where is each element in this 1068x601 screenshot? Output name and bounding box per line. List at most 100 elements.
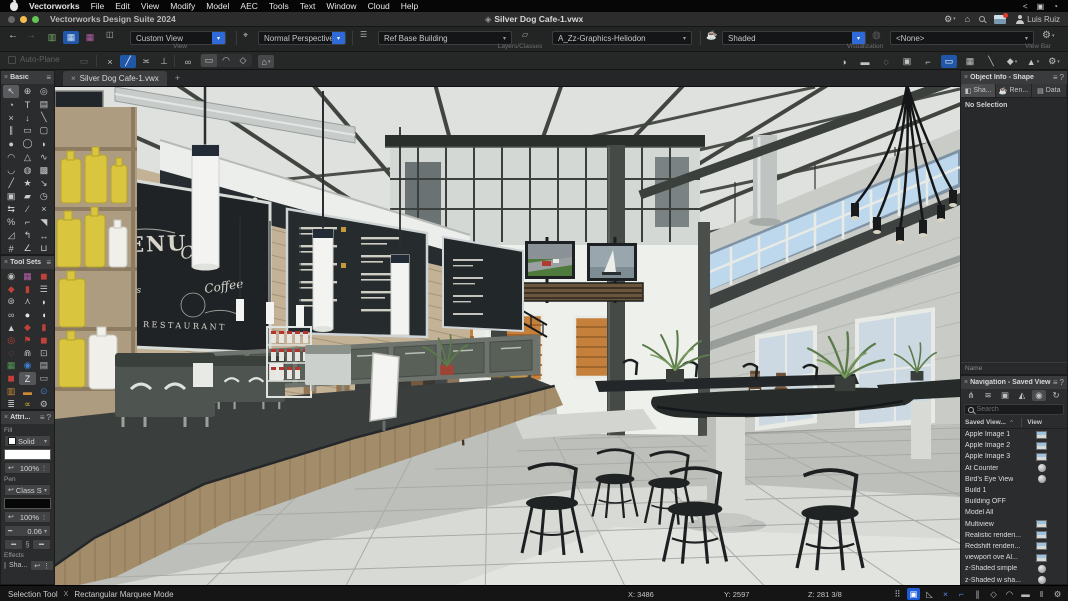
pause-snapping-icon[interactable]: ‖ [1035, 588, 1048, 600]
stairs-icon[interactable]: ☰ [36, 283, 52, 296]
binoculars-icon[interactable]: ∞ [180, 55, 196, 68]
camera-icon[interactable]: ▭ [36, 372, 52, 385]
column-saved-view[interactable]: Saved View... [965, 419, 1006, 426]
menu-item-view[interactable]: View [141, 1, 159, 11]
viewport-3d-scene[interactable]: Fresh MENU Cafe Coffee Salads RESTAURANT… [55, 87, 960, 585]
sheet-view-icon[interactable]: ▦ [82, 31, 98, 44]
line-weight-dropdown[interactable]: ━ 0.06 ▾ [4, 525, 51, 537]
panel-mode-icon[interactable]: ▬ [857, 55, 873, 68]
disable-constraints-icon[interactable]: × [102, 55, 118, 68]
layers-classes-toggle-icon[interactable]: ▱ [522, 31, 528, 39]
box-icon[interactable]: ◼ [36, 334, 52, 347]
workspace-gear-button[interactable]: ⚙▾ [944, 14, 956, 25]
design-layers-icon[interactable]: ⋔ [964, 390, 978, 401]
saved-view-row[interactable]: At Counter [961, 463, 1067, 474]
pen-style-dropdown[interactable]: ↩ Class St... ▾ [4, 484, 51, 496]
multiple-selection-icon[interactable]: ≍ [138, 55, 154, 68]
pilaster-icon[interactable]: ▮ [36, 321, 52, 334]
background-icon[interactable]: ◍ [872, 31, 881, 41]
close-palette-icon[interactable]: × [964, 74, 968, 81]
worksheet-icon[interactable]: ≣ [3, 398, 19, 410]
window-minimize-button[interactable] [20, 16, 27, 23]
constraints-icon[interactable]: ∞ [3, 308, 19, 321]
pen-opacity-control[interactable]: ↩ 100% ⋮ [4, 511, 51, 523]
search-input[interactable] [977, 406, 1060, 413]
tile-windows-icon[interactable]: ▦ [962, 55, 978, 68]
people-icon[interactable]: ⋒ [19, 347, 35, 360]
fit-to-objects-icon[interactable]: ▥ [44, 31, 60, 44]
close-palette-icon[interactable]: × [4, 74, 8, 81]
menu-item-tools[interactable]: Tools [269, 1, 289, 11]
saved-view-row[interactable]: z-Shaded simple [961, 563, 1067, 574]
palette-help-icon[interactable]: ? [1060, 73, 1064, 82]
close-palette-icon[interactable]: × [4, 259, 8, 266]
palette-menu-icon[interactable]: ≡ [40, 413, 45, 422]
transport-icon[interactable]: ⊙ [36, 385, 52, 398]
saved-view-row[interactable]: Multiview [961, 519, 1067, 530]
resize-icon[interactable]: ↔ [36, 229, 52, 242]
smart-edge-icon[interactable]: ▬ [1019, 588, 1032, 600]
interactive-scaling-icon[interactable]: ╱ [120, 55, 136, 68]
saved-view-row[interactable]: Redshift renderi... [961, 541, 1067, 552]
fill-color-swatch[interactable] [4, 449, 51, 460]
menu-item-vectorworks[interactable]: Vectorworks [29, 1, 80, 11]
palette-menu-icon[interactable]: ≡ [46, 258, 51, 267]
split-icon[interactable]: % [3, 216, 19, 229]
extrude-icon[interactable]: ▰ [19, 190, 35, 203]
visibility-icon[interactable]: ◉ [3, 270, 19, 283]
hardscape-icon[interactable]: ▤ [36, 360, 52, 373]
column-icon[interactable]: ▮ [19, 283, 35, 296]
snap-distance-icon[interactable]: ∥ [971, 588, 984, 600]
saved-views-icon[interactable]: ◉ [1032, 390, 1046, 401]
rectangular-marquee-icon[interactable]: ▭ [201, 54, 217, 67]
line-icon[interactable]: ╲ [36, 111, 52, 124]
snap-object-icon[interactable]: ▣ [907, 588, 920, 600]
lasso-marquee-icon[interactable]: ◠ [218, 54, 234, 67]
window-close-button[interactable] [8, 16, 15, 23]
pen-color-swatch[interactable] [4, 498, 51, 509]
sphere-icon[interactable]: ● [19, 308, 35, 321]
close-palette-icon[interactable]: × [4, 414, 8, 421]
menu-item-cloud[interactable]: Cloud [368, 1, 390, 11]
document-tab[interactable]: × Silver Dog Cafe-1.vwx [63, 71, 167, 86]
apple-menu-icon[interactable] [10, 2, 18, 11]
clock-icon[interactable]: ◔ [1053, 2, 1058, 11]
display-icon[interactable]: ▣ [1037, 2, 1045, 11]
dashed-circle-mode-icon[interactable]: ◌ [878, 55, 894, 68]
home-button[interactable]: ⌂ [965, 14, 970, 24]
zoom-icon[interactable]: ◔ [3, 98, 19, 111]
offset-icon[interactable]: ↘ [36, 177, 52, 190]
saved-view-row[interactable]: Apple Image 3 [961, 451, 1067, 462]
menu-item-aec[interactable]: AEC [240, 1, 257, 11]
snap-angle-icon[interactable]: ◺ [923, 588, 936, 600]
fill-style-dropdown[interactable]: Solid ▾ [4, 435, 51, 447]
detailing-icon[interactable]: ⊛ [3, 296, 19, 309]
filled-circle-icon[interactable]: ◍ [19, 164, 35, 177]
line-end-marker-button[interactable]: ━ [32, 539, 51, 550]
close-palette-icon[interactable]: × [964, 379, 968, 386]
column-view[interactable]: View [1027, 419, 1042, 426]
palette-menu-icon[interactable]: ≡ [1053, 73, 1058, 82]
chamfer-icon[interactable]: ◥ [36, 216, 52, 229]
camera-match-icon[interactable]: ◼ [3, 372, 19, 385]
snapping-settings-icon[interactable]: ⚙ [1051, 588, 1064, 600]
render-options-icon[interactable]: ◆▾ [1004, 55, 1020, 68]
delete-vertex-icon[interactable]: × [3, 111, 19, 124]
saved-view-row[interactable]: Build 1 [961, 485, 1067, 496]
saved-view-row[interactable]: Realistic renderi... [961, 530, 1067, 541]
rotate-icon[interactable]: ◷ [36, 190, 52, 203]
saved-view-row[interactable]: Bird's Eye View [961, 474, 1067, 485]
layers-icon[interactable]: ☰ [360, 31, 367, 39]
hatch-icon[interactable]: ▩ [36, 164, 52, 177]
saved-view-row[interactable]: z-Shaded w sha... [961, 574, 1067, 585]
mirror-icon[interactable]: ⇆ [3, 203, 19, 216]
space-planning-icon[interactable]: ▦ [19, 270, 35, 283]
palette-help-icon[interactable]: ? [1060, 378, 1064, 387]
menu-item-modify[interactable]: Modify [170, 1, 195, 11]
snap-tangent-icon[interactable]: ◠ [1003, 588, 1016, 600]
wall-icon[interactable]: ▤ [36, 98, 52, 111]
terrain-options-icon[interactable]: ▲▾ [1025, 55, 1041, 68]
sort-caret-icon[interactable]: ⌃ [1009, 419, 1014, 427]
diagonal-line-icon[interactable]: ╱ [3, 177, 19, 190]
tab-render[interactable]: ☕ Ren... [996, 84, 1031, 97]
